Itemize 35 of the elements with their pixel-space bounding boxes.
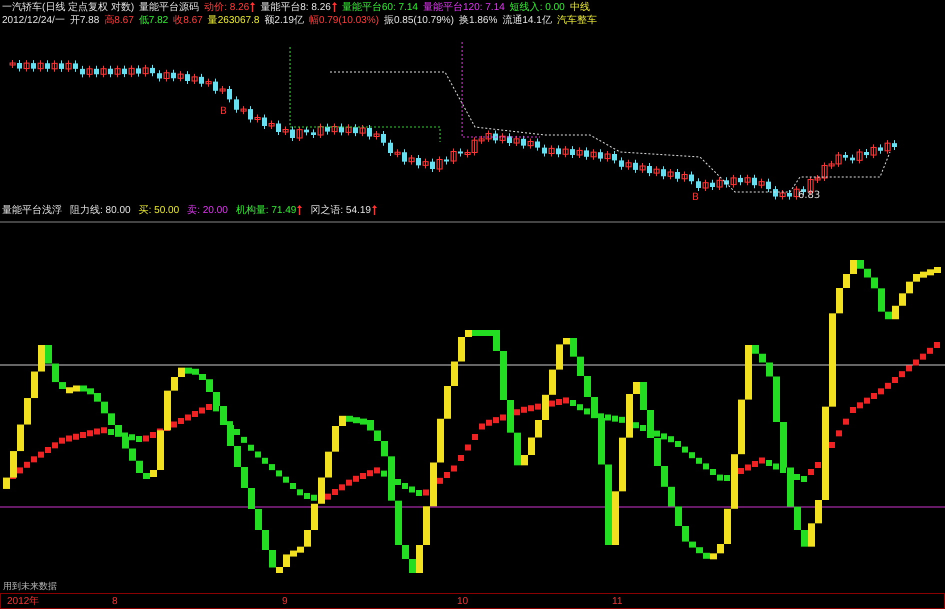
quote-value: 中线 [570,0,590,14]
axis-label: 9 [281,596,289,606]
axis-label: 11 [611,596,624,606]
quote-value: 汽车整车 [556,14,597,26]
future-data-note: 用到未来数据 [3,581,57,591]
quote-value: 短线入: 0.00 [510,0,565,14]
buy-marker: B [220,106,227,117]
quote-value: 冈之语: 54.19 [310,204,371,217]
quote-value: 动价: 8.26 [204,0,250,14]
quote-value: 换1.86% [458,14,498,26]
quote-value: 流通14.1亿 [502,14,552,26]
low-price-label: 6.83 [798,190,820,201]
quote-value: 量能平台浅浮 [2,204,62,217]
quote-value: 低7.82 [138,14,168,26]
quote-value: 额2.19亿 [264,14,304,26]
axis-label: 2012年 [6,595,40,608]
quote-value: 幅0.79(10.03%) [308,14,379,26]
buy-marker: B [692,192,699,202]
quote-value: 量能平台8: 8.26 [260,0,331,14]
quote-value: 收8.67 [173,14,203,26]
quote-value: 一汽轿车(日线 定点复权 对数) [2,0,134,14]
quote-value: 量能平台120: 7.14 [423,0,505,14]
quote-value: 机构量: 71.49 [236,204,296,217]
quote-value: 量263067.8 [208,14,260,26]
quote-value: 高8.67 [104,14,134,26]
quote-value: 2012/12/24/一 [2,14,65,26]
quote-value: 阻力线: 80.00 [70,204,131,217]
quote-value: 买: 50.00 [138,204,180,217]
axis-label: 10 [456,596,470,606]
quote-value: 振0.85(10.79%) [384,14,454,26]
quote-value: 卖: 20.00 [187,204,228,217]
quote-value: 开7.88 [70,14,100,26]
quote-value: 量能平台源码 [139,0,200,14]
axis-label: 8 [111,596,119,606]
quote-value: 量能平台60: 7.14 [342,0,418,14]
